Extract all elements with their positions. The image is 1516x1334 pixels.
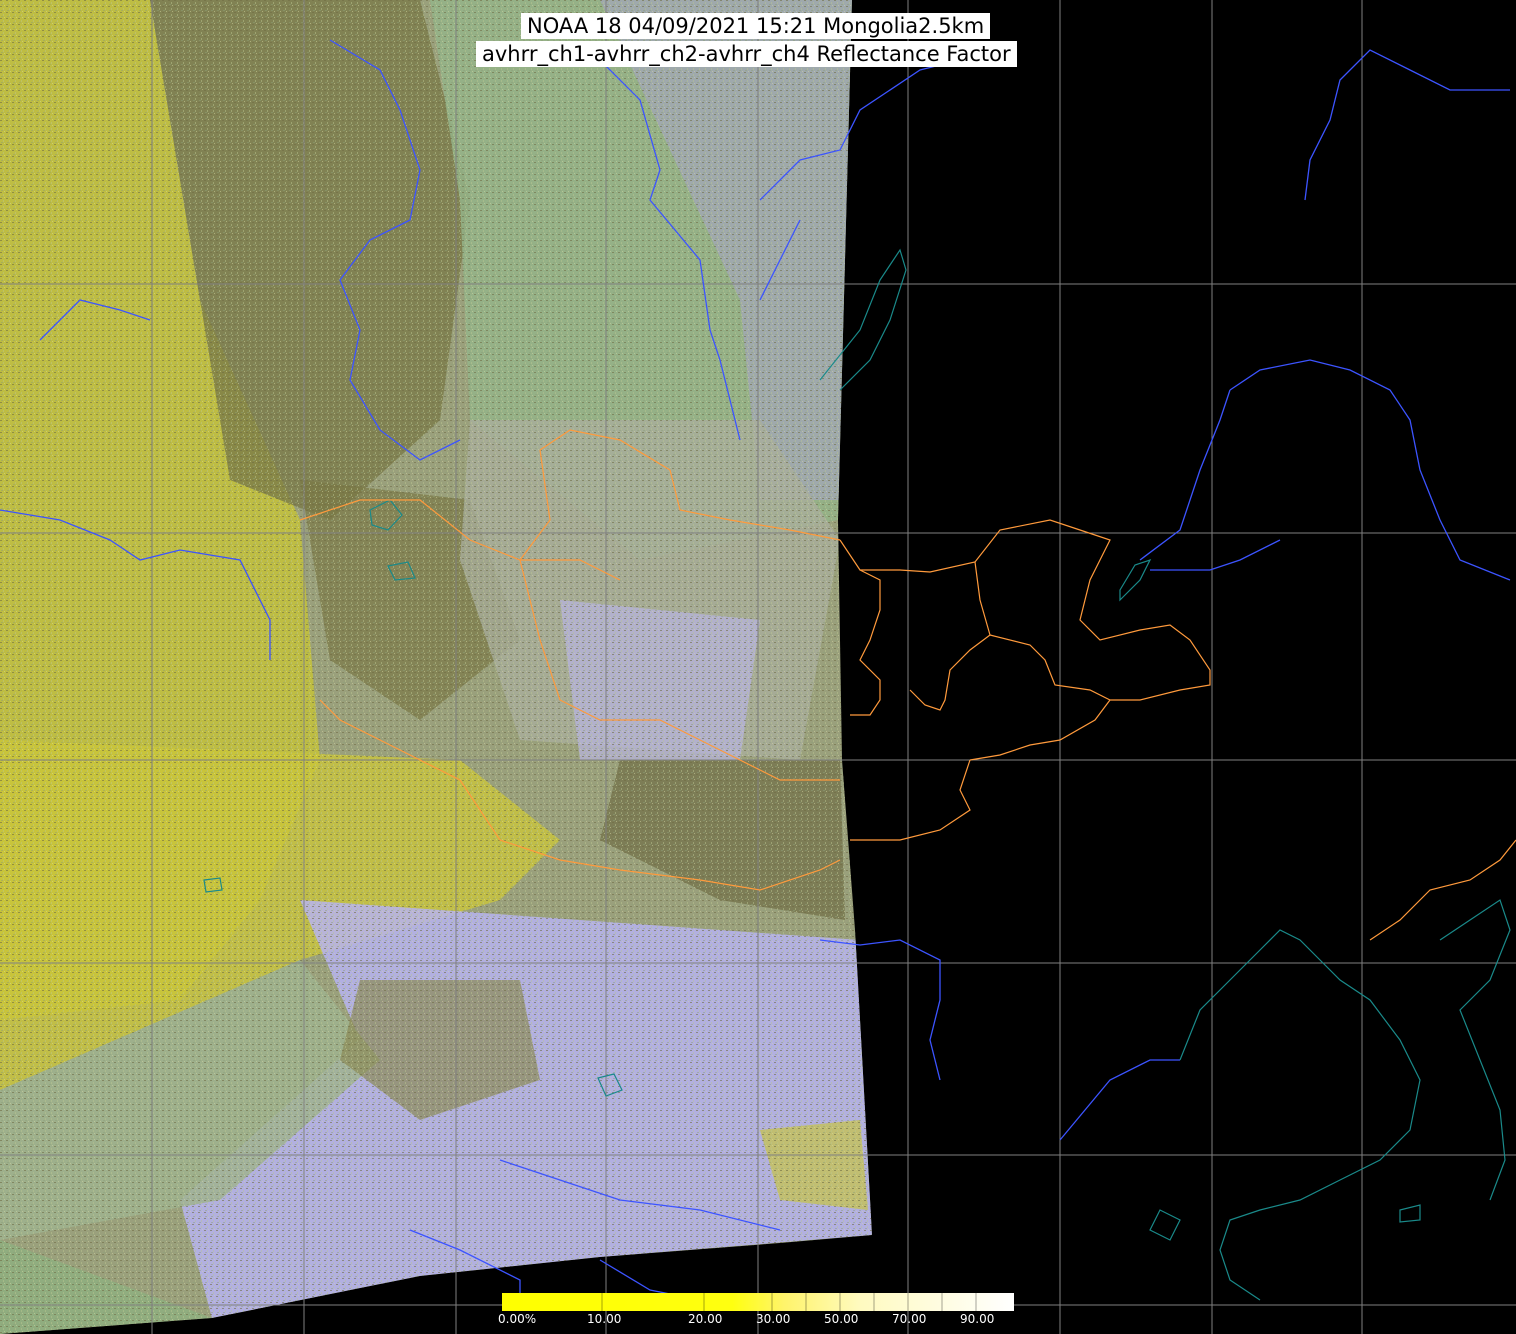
colorbar-ticks: 0.00% 10.00 20.00 30.00 50.00 70.00 90.0… [490,1312,1030,1328]
colorbar-tick: 70.00 [892,1312,927,1326]
colorbar-tick: 20.00 [688,1312,723,1326]
colorbar-tick: 10.00 [587,1312,622,1326]
map-title: NOAA 18 04/09/2021 15:21 Mongolia2.5km [521,13,991,39]
satellite-swath [0,0,872,1334]
colorbar-tick: 0.00% [498,1312,537,1326]
colorbar-tick: 30.00 [756,1312,791,1326]
satellite-map [0,0,1516,1334]
map-subtitle: avhrr_ch1-avhrr_ch2-avhrr_ch4 Reflectanc… [476,41,1017,67]
colorbar-tick: 90.00 [960,1312,995,1326]
colorbar-gradient [502,1293,1014,1311]
colorbar [502,1293,1014,1311]
colorbar-tick: 50.00 [824,1312,859,1326]
